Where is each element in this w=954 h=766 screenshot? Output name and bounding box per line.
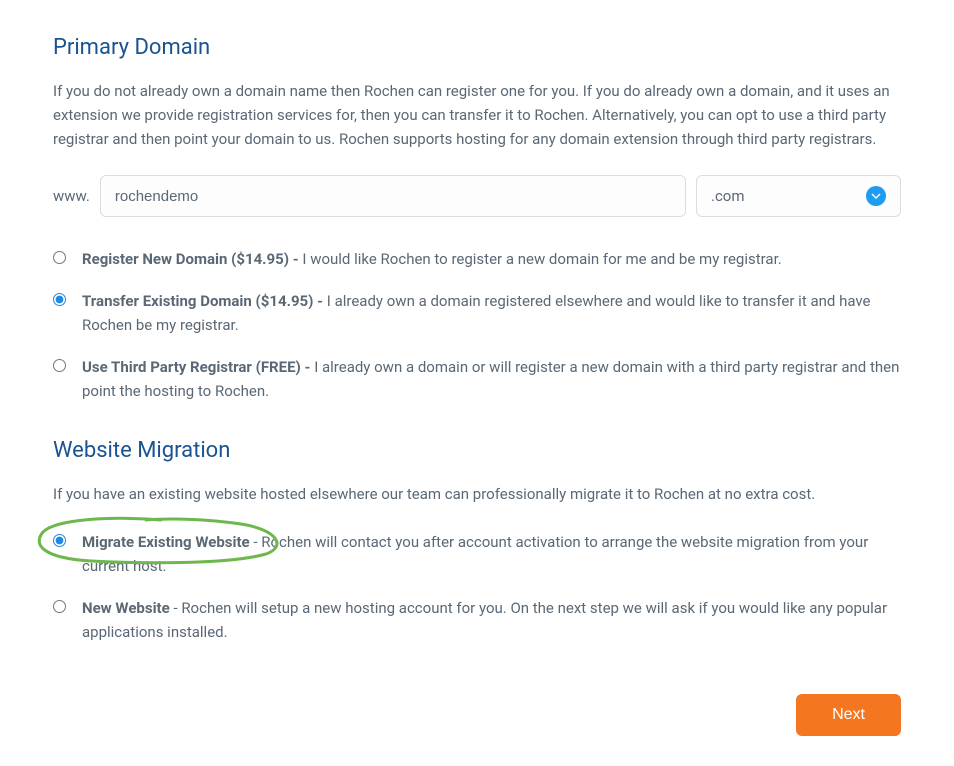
radio-transfer-existing-domain-label[interactable]: Transfer Existing Domain ($14.95) - I al…: [82, 289, 901, 337]
tld-dropdown[interactable]: .com: [696, 175, 901, 217]
radio-migrate-existing-website[interactable]: Migrate Existing Website - Rochen will c…: [53, 530, 901, 578]
radio-new-website-input[interactable]: [53, 600, 66, 613]
radio-register-new-domain-label[interactable]: Register New Domain ($14.95) - I would l…: [82, 247, 782, 271]
chevron-down-icon: [866, 186, 886, 206]
radio-transfer-existing-domain-input[interactable]: [53, 293, 66, 306]
www-prefix-label: www.: [53, 184, 90, 208]
radio-migrate-existing-website-label[interactable]: Migrate Existing Website - Rochen will c…: [82, 530, 901, 578]
footer-actions: Next: [53, 694, 901, 736]
website-migration-heading: Website Migration: [53, 433, 901, 468]
primary-domain-description: If you do not already own a domain name …: [53, 79, 901, 151]
radio-register-new-domain-input[interactable]: [53, 251, 66, 264]
website-migration-description: If you have an existing website hosted e…: [53, 482, 901, 506]
radio-third-party-registrar-label[interactable]: Use Third Party Registrar (FREE) - I alr…: [82, 355, 901, 403]
radio-new-website-label[interactable]: New Website - Rochen will setup a new ho…: [82, 596, 901, 644]
radio-new-website[interactable]: New Website - Rochen will setup a new ho…: [53, 596, 901, 644]
radio-third-party-registrar-input[interactable]: [53, 359, 66, 372]
domain-name-input[interactable]: [100, 175, 686, 217]
primary-domain-heading: Primary Domain: [53, 30, 901, 65]
radio-third-party-registrar[interactable]: Use Third Party Registrar (FREE) - I alr…: [53, 355, 901, 403]
next-button[interactable]: Next: [796, 694, 901, 736]
radio-migrate-existing-website-input[interactable]: [53, 534, 66, 547]
radio-register-new-domain[interactable]: Register New Domain ($14.95) - I would l…: [53, 247, 901, 271]
domain-input-row: www. .com: [53, 175, 901, 217]
radio-transfer-existing-domain[interactable]: Transfer Existing Domain ($14.95) - I al…: [53, 289, 901, 337]
tld-selected-value: .com: [711, 184, 745, 208]
